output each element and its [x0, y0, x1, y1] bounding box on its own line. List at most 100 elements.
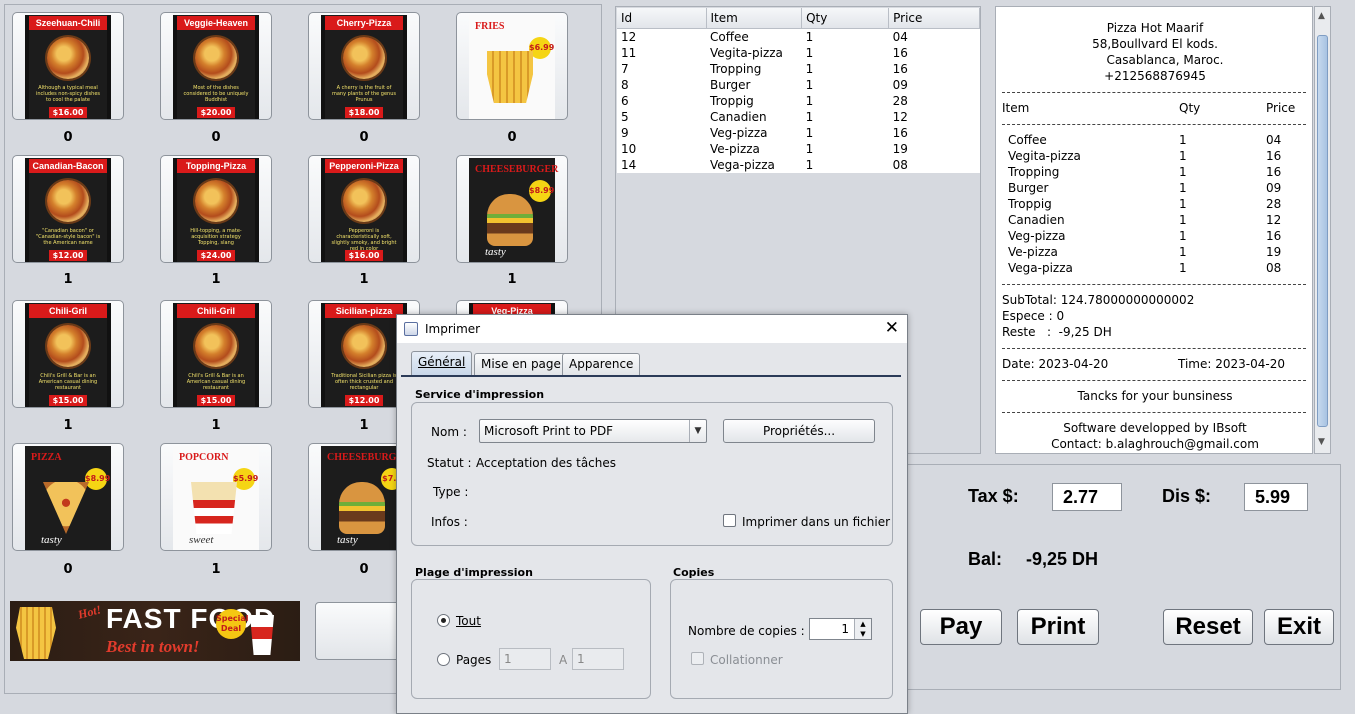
table-cell: 12 [892, 110, 908, 124]
receipt-reste: Reste : -9,25 DH [1002, 325, 1112, 339]
all-pages-radio[interactable] [437, 614, 450, 627]
popcorn-illustration [191, 482, 237, 534]
menu-item-button[interactable]: Veggie-Heaven Most of the dishes consider… [160, 12, 272, 120]
dis-input[interactable]: 5.99 [1244, 483, 1308, 511]
pay-button[interactable]: Pay [920, 609, 1002, 645]
receipt-line-cell: 1 [1179, 165, 1187, 179]
menu-item-button[interactable]: Cherry-Pizza A cherry is the fruit of man… [308, 12, 420, 120]
receipt-divider [1002, 92, 1306, 93]
item-tag: sweet [189, 534, 214, 546]
pizza-poster: Veggie-Heaven Most of the dishes consider… [173, 15, 259, 119]
table-cell: 16 [892, 46, 908, 60]
column-header[interactable]: Price [888, 8, 980, 29]
tax-input[interactable]: 2.77 [1052, 483, 1122, 511]
receipt-line-cell: 12 [1266, 213, 1282, 227]
menu-item-button[interactable]: Canadian-Bacon "Canadian bacon" or "Canad… [12, 155, 124, 263]
properties-button[interactable]: Propriétés... [723, 419, 875, 443]
pages-radio[interactable] [437, 653, 450, 666]
receipt-scrollbar[interactable]: ▲ ▼ [1314, 6, 1331, 454]
tab-mise-en-page[interactable]: Mise en page [474, 353, 568, 375]
scroll-down-icon[interactable]: ▼ [1318, 437, 1325, 447]
item-description: Although a typical meal includes non-spi… [36, 85, 100, 103]
item-description: Hill-topping, a mate-acquisition strateg… [190, 228, 242, 246]
receipt-line-cell: 1 [1179, 197, 1187, 211]
food-poster: PIZZA $8.99 tasty [25, 446, 111, 550]
table-row[interactable]: 7 Tropping 1 16 [617, 61, 980, 77]
table-cell: 28 [892, 94, 908, 108]
receipt-date: Date: 2023-04-20 [1002, 357, 1109, 371]
receipt-col-qty: Qty [1179, 101, 1201, 115]
table-cell: 1 [805, 94, 814, 108]
item-name: PIZZA [31, 452, 62, 463]
item-quantity: 1 [507, 272, 517, 287]
receipt-shop: Pizza Hot Maarif [1106, 21, 1204, 35]
menu-item-button[interactable]: CHEESEBURGER $8.99 tasty [456, 155, 568, 263]
close-icon[interactable]: ✕ [885, 318, 899, 338]
table-row[interactable]: 6 Troppig 1 28 [617, 93, 980, 109]
collate-checkbox[interactable] [691, 652, 704, 665]
menu-item-button[interactable]: Chili-Gril Chili's Grill & Bar is an Amer… [12, 300, 124, 408]
menu-item-button[interactable]: PIZZA $8.99 tasty [12, 443, 124, 551]
receipt-phone: +212568876945 [1104, 69, 1206, 83]
item-price: $18.00 [345, 107, 383, 118]
menu-item-button[interactable]: POPCORN $5.99 sweet [160, 443, 272, 551]
food-poster: POPCORN $5.99 sweet [173, 446, 259, 550]
table-cell: 1 [805, 158, 814, 172]
item-quantity: 1 [211, 562, 221, 577]
table-cell: 16 [892, 126, 908, 140]
item-price: $24.00 [197, 250, 235, 261]
reset-button[interactable]: Reset [1163, 609, 1253, 645]
pizza-poster: Topping-Pizza Hill-topping, a mate-acquis… [173, 158, 259, 262]
menu-item-button[interactable]: Chili-Gril Chili's Grill & Bar is an Amer… [160, 300, 272, 408]
print-to-file-checkbox[interactable] [723, 514, 736, 527]
menu-item-button[interactable]: Pepperoni-Pizza Pepperoni is characterist… [308, 155, 420, 263]
table-cell: 12 [621, 30, 637, 44]
chevron-down-icon: ▼ [689, 420, 706, 442]
pages-label: Pages [456, 653, 492, 667]
table-cell: Coffee [710, 30, 749, 44]
spin-down-icon[interactable]: ▼ [854, 629, 871, 639]
pizza-slice-illustration [43, 482, 89, 534]
column-header[interactable]: Id [617, 8, 707, 29]
page-from-field[interactable]: 1 [499, 648, 551, 670]
scroll-up-icon[interactable]: ▲ [1318, 11, 1325, 21]
exit-button[interactable]: Exit [1264, 609, 1334, 645]
statut-label: Statut : [427, 456, 472, 470]
tab-general[interactable]: Général [411, 351, 473, 375]
item-quantity: 0 [359, 130, 369, 145]
page-to-field[interactable]: 1 [572, 648, 624, 670]
receipt-line-cell: Troppig [1008, 197, 1052, 211]
table-row[interactable]: 5 Canadien 1 12 [617, 109, 980, 125]
type-label: Type : [433, 485, 469, 499]
item-price: $15.00 [49, 395, 87, 406]
copies-value: 1 [841, 622, 849, 636]
spin-up-icon[interactable]: ▲ [854, 619, 871, 629]
tab-underline [401, 375, 901, 377]
table-row[interactable]: 11 Vegita-pizza 1 16 [617, 45, 980, 61]
column-header[interactable]: Item [706, 8, 803, 29]
table-row[interactable]: 10 Ve-pizza 1 19 [617, 141, 980, 157]
printer-select[interactable]: Microsoft Print to PDF ▼ [479, 419, 707, 443]
print-button[interactable]: Print [1017, 609, 1099, 645]
tab-apparence[interactable]: Apparence [562, 353, 641, 375]
receipt-line-cell: 04 [1266, 133, 1282, 147]
table-row[interactable]: 12 Coffee 1 04 [617, 29, 980, 46]
column-header[interactable]: Qty [801, 8, 890, 29]
table-cell: 1 [805, 30, 814, 44]
dialog-title-bar[interactable]: Imprimer ✕ [397, 315, 907, 343]
nom-label: Nom : [431, 425, 467, 439]
menu-item-button[interactable]: FRIES $6.99 [456, 12, 568, 120]
table-row[interactable]: 14 Vega-pizza 1 08 [617, 157, 980, 173]
table-row[interactable]: 8 Burger 1 09 [617, 77, 980, 93]
scroll-thumb[interactable] [1317, 35, 1328, 427]
menu-item-button[interactable]: Szeehuan-Chili Although a typical meal in… [12, 12, 124, 120]
receipt-divider [1002, 380, 1306, 381]
table-row[interactable]: 9 Veg-pizza 1 16 [617, 125, 980, 141]
copies-stepper[interactable]: 1 ▲ ▼ [809, 618, 872, 640]
menu-extra-button[interactable] [315, 602, 407, 660]
receipt-area[interactable]: Pizza Hot Maarif 58,Boullvard El kods. C… [995, 6, 1313, 454]
menu-item-button[interactable]: Topping-Pizza Hill-topping, a mate-acquis… [160, 155, 272, 263]
receipt-line-cell: 09 [1266, 181, 1282, 195]
pizza-image [343, 325, 385, 367]
table-cell: 10 [621, 142, 637, 156]
